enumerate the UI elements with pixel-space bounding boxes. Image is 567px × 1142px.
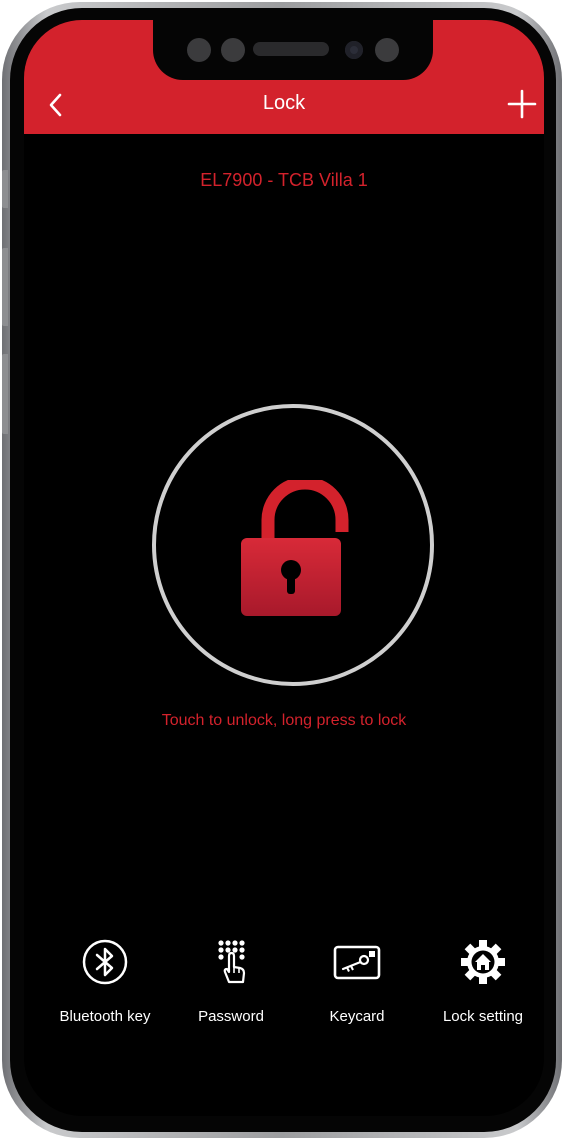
device-name: EL7900 - TCB Villa 1 bbox=[200, 170, 368, 190]
volume-up-button bbox=[2, 248, 8, 326]
camera-notch bbox=[153, 20, 433, 80]
nav-label: Keycard bbox=[329, 1008, 385, 1025]
volume-down-button bbox=[2, 354, 8, 434]
sensor-dot bbox=[375, 38, 399, 62]
add-button[interactable] bbox=[506, 88, 538, 120]
nav-label: Bluetooth key bbox=[59, 1008, 151, 1025]
page-title: Lock bbox=[262, 92, 306, 114]
sensor-dot bbox=[221, 38, 245, 62]
unlock-hint: Touch to unlock, long press to lock bbox=[161, 712, 407, 729]
keypad-icon bbox=[218, 940, 246, 984]
keycard-icon bbox=[333, 945, 381, 980]
bluetooth-icon bbox=[82, 939, 128, 985]
nav-label: Password bbox=[198, 1008, 264, 1025]
nav-item-lock-setting[interactable]: Lock setting bbox=[418, 936, 544, 1025]
earpiece-speaker bbox=[253, 42, 329, 56]
app-screen: Lock EL7900 - TCB Villa 1 Touch to unloc… bbox=[24, 20, 544, 1116]
nav-item-password[interactable]: Password bbox=[166, 936, 296, 1025]
gear-home-icon bbox=[461, 940, 505, 984]
nav-label: Lock setting bbox=[442, 1008, 524, 1025]
padlock-open-icon bbox=[241, 480, 349, 616]
nav-item-keycard[interactable]: Keycard bbox=[292, 936, 422, 1025]
phone-frame: Lock EL7900 - TCB Villa 1 Touch to unloc… bbox=[2, 2, 562, 1138]
nav-item-bluetooth-key[interactable]: Bluetooth key bbox=[40, 936, 170, 1025]
mute-switch bbox=[2, 170, 8, 208]
sensor-dot bbox=[187, 38, 211, 62]
unlock-button[interactable] bbox=[152, 404, 434, 686]
plus-icon bbox=[507, 89, 537, 119]
bottom-nav: Bluetooth key Password Keycard Lock sett… bbox=[24, 936, 544, 1036]
front-camera bbox=[345, 41, 363, 59]
